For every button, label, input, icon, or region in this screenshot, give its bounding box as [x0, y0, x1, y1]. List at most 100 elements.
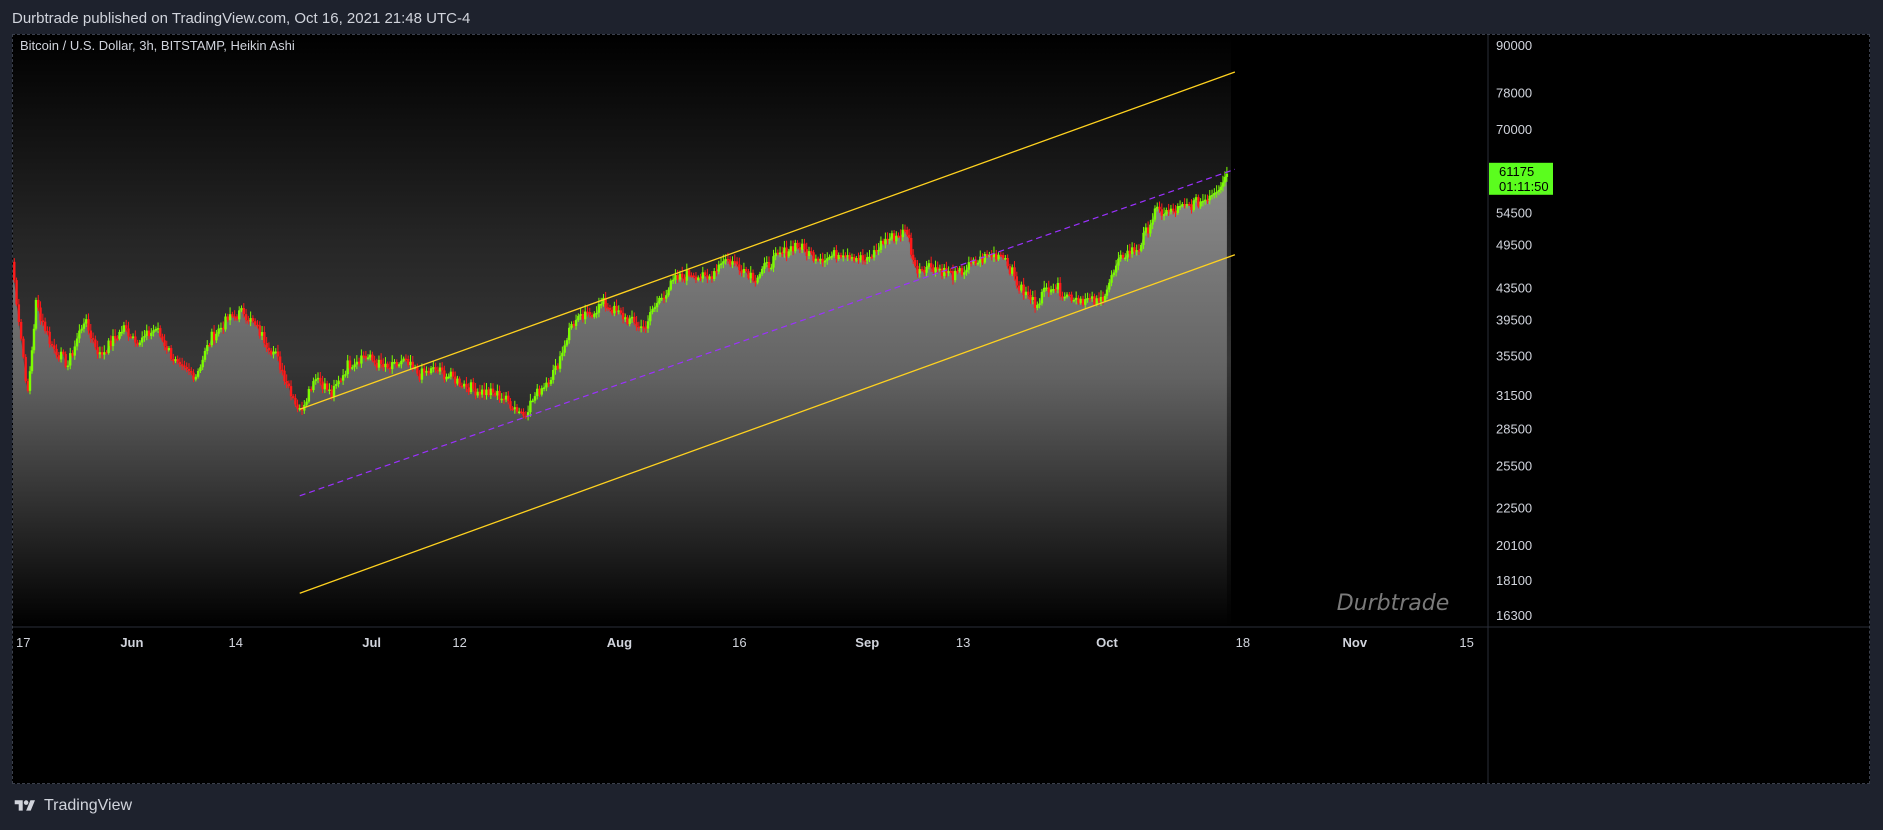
candle-body [263, 332, 266, 344]
candle-body [1020, 284, 1023, 291]
candle-body [107, 340, 110, 353]
candle-body [875, 250, 878, 252]
candle-body [391, 362, 394, 370]
candle-body [176, 359, 179, 362]
chart-panel[interactable]: Bitcoin / U.S. Dollar, 3h, BITSTAMP, Hei… [12, 34, 1870, 784]
candle-body [41, 320, 45, 322]
candle-body [416, 367, 419, 374]
candle-body [1197, 197, 1200, 207]
candle-body [848, 255, 851, 259]
candle-body [699, 277, 702, 279]
candle-body [447, 376, 450, 379]
candle-body [1008, 266, 1012, 274]
candle-body [706, 275, 709, 279]
candle-body [726, 258, 730, 261]
candle-body [850, 257, 854, 259]
candle-body [708, 276, 711, 279]
candle-body [794, 242, 797, 252]
candle-body [832, 250, 836, 256]
tradingview-logo[interactable]: TradingView [12, 797, 132, 815]
candle-body [911, 254, 915, 261]
candle-body [478, 391, 482, 395]
candle-body [476, 391, 479, 396]
candle-body [628, 318, 631, 325]
candle-body [597, 304, 601, 313]
candle-body [678, 273, 682, 280]
candle-body [877, 249, 880, 252]
candle-body [1190, 204, 1193, 210]
candle-body [24, 357, 27, 382]
candle-body [17, 304, 21, 322]
candle-body [715, 271, 718, 273]
candle-body [617, 310, 620, 312]
candle-body [796, 242, 799, 248]
candle-body [823, 260, 827, 263]
candle-body [1084, 299, 1087, 305]
candle-body [30, 350, 34, 372]
candle-body [134, 336, 137, 343]
candle-body [206, 345, 209, 352]
candle-body [515, 407, 519, 412]
y-tick-label: 16300 [1496, 608, 1532, 623]
candle-body [37, 299, 40, 308]
candle-body [1105, 289, 1109, 296]
candle-body [855, 257, 858, 261]
candle-body [22, 338, 25, 358]
y-tick-label: 54500 [1496, 205, 1532, 220]
candle-body [633, 316, 636, 323]
candle-body [344, 374, 347, 376]
candle-body [91, 338, 95, 340]
candle-body [929, 263, 933, 268]
candle-body [1128, 250, 1132, 255]
candle-body [156, 328, 160, 330]
candle-body [1153, 208, 1157, 220]
candle-body [341, 375, 345, 381]
candle-body [404, 358, 408, 361]
candle-body [39, 307, 42, 321]
candle-body [386, 363, 389, 368]
candle-body [393, 361, 396, 364]
candle-body [839, 254, 843, 258]
candle-body [837, 254, 840, 260]
candle-body [949, 270, 952, 273]
candle-body [965, 269, 968, 273]
candle-body [610, 309, 614, 314]
candle-body [577, 315, 580, 321]
candle-body [1043, 287, 1046, 293]
published-line: Durbtrade published on TradingView.com, … [12, 10, 471, 27]
candle-body [615, 305, 618, 311]
candle-body [316, 377, 320, 380]
candle-body [783, 247, 786, 254]
candle-body [43, 321, 47, 331]
candle-body [307, 389, 311, 402]
candle-body [314, 379, 317, 382]
candle-body [812, 252, 815, 261]
candle-body [1011, 267, 1014, 274]
candle-body [420, 368, 424, 380]
candle-body [758, 273, 762, 278]
candle-body [635, 322, 638, 327]
y-tick-label: 18100 [1496, 573, 1532, 588]
x-tick-label: 18 [1236, 635, 1250, 650]
y-tick-label: 70000 [1496, 122, 1532, 137]
candle-body [240, 307, 243, 311]
candle-body [767, 261, 771, 268]
candle-body [78, 330, 81, 339]
candle-body [1213, 193, 1216, 195]
candle-body [1077, 297, 1080, 303]
candle-body [1133, 247, 1136, 252]
candle-body [1192, 200, 1195, 210]
candle-body [1183, 204, 1186, 206]
candle-body [120, 331, 123, 334]
tradingview-logo-icon [14, 800, 35, 811]
candle-body [1140, 244, 1143, 251]
candle-body [48, 331, 51, 344]
candle-body [985, 253, 989, 256]
price-chart[interactable]: Bitcoin / U.S. Dollar, 3h, BITSTAMP, Hei… [13, 35, 1870, 784]
candle-body [504, 395, 508, 400]
candle-body [687, 270, 691, 276]
candle-body [642, 326, 645, 328]
candle-body [667, 289, 670, 296]
candle-body [493, 392, 497, 396]
candle-body [821, 258, 824, 263]
